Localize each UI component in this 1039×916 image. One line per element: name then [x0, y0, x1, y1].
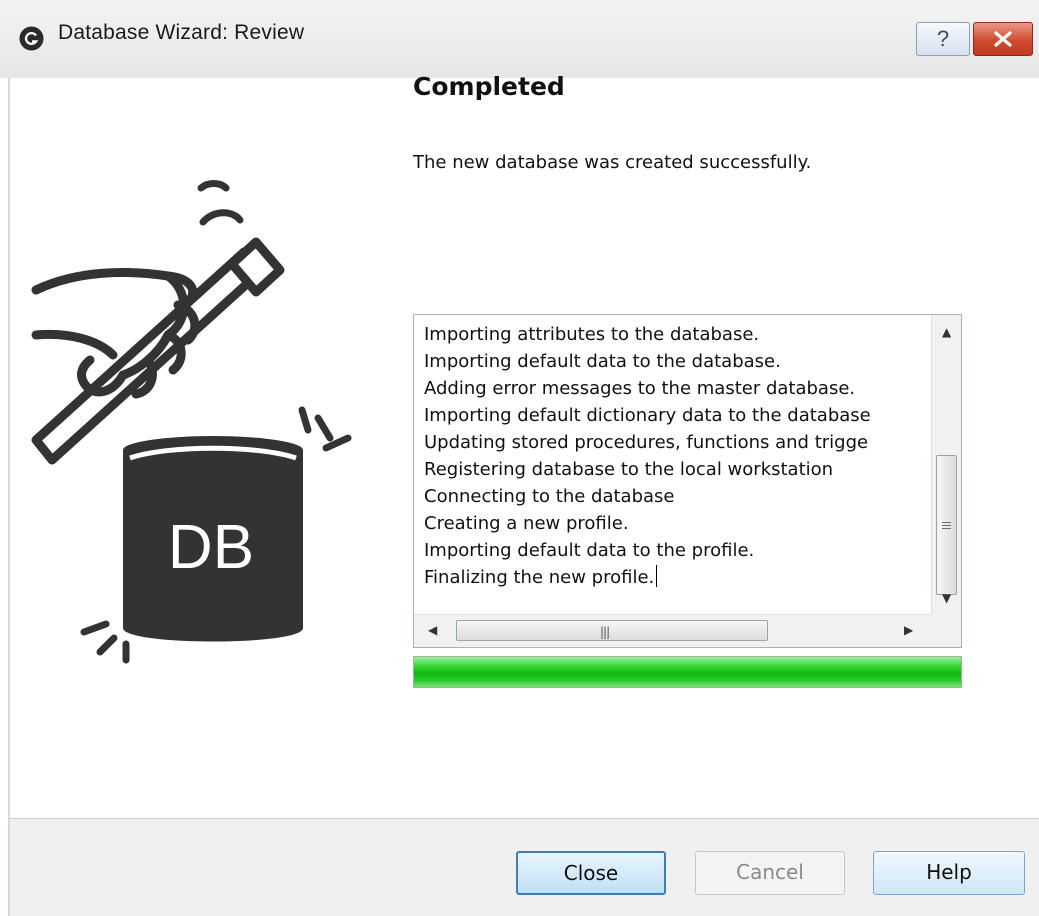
help-button[interactable]: Help [873, 851, 1025, 895]
database-hammer-illustration: DB [31, 180, 352, 664]
scroll-right-arrow-icon[interactable]: ▶ [904, 623, 913, 637]
help-question-icon: ? [936, 26, 950, 51]
log-line: Importing attributes to the database. [424, 324, 760, 345]
close-x-icon [994, 31, 1012, 47]
grip-icon: ||| [600, 625, 610, 639]
log-line-text: Finalizing the new profile. [424, 567, 655, 588]
window-title: Database Wizard: Review [58, 21, 305, 44]
impact-marks-bottom-icon [80, 620, 130, 664]
log-line: Connecting to the database [424, 486, 675, 507]
scrollbar-corner [931, 614, 961, 647]
log-line: Registering database to the local workst… [424, 459, 834, 480]
log-lines-container: Importing attributes to the database. Imp… [424, 321, 934, 591]
progress-log-textbox[interactable]: Importing attributes to the database. Imp… [413, 314, 962, 648]
log-line: Importing default data to the database. [424, 351, 781, 372]
window-left-border [8, 78, 10, 916]
titlebar-help-button[interactable]: ? [916, 22, 970, 56]
log-line: Importing default data to the profile. [424, 540, 755, 561]
text-caret [656, 565, 658, 587]
titlebar-close-button[interactable] [973, 22, 1033, 56]
horizontal-scrollbar-thumb[interactable]: ||| [456, 620, 768, 641]
page-heading: Completed [413, 72, 565, 101]
log-line: Creating a new profile. [424, 513, 629, 534]
scroll-up-arrow-icon[interactable]: ▲ [942, 325, 951, 339]
log-line: Adding error messages to the master data… [424, 378, 856, 399]
grip-icon [942, 520, 951, 531]
title-bar[interactable]: Database Wizard: Review ? [0, 0, 1039, 78]
scroll-left-arrow-icon[interactable]: ◀ [428, 623, 437, 637]
vertical-scrollbar[interactable]: ▲ ▼ [931, 315, 961, 615]
scroll-down-arrow-icon[interactable]: ▼ [942, 591, 951, 605]
impact-marks-top-icon [197, 180, 352, 452]
progress-bar-fill [414, 657, 961, 687]
log-line: Finalizing the new profile. [424, 564, 934, 591]
db-label: DB [168, 513, 254, 582]
horizontal-scrollbar[interactable]: ◀ ||| ▶ [414, 614, 933, 647]
app-logo-icon [19, 26, 44, 51]
status-message: The new database was created successfull… [413, 152, 812, 173]
cancel-button[interactable]: Cancel [695, 851, 845, 895]
database-cylinder-icon: DB [123, 436, 303, 642]
vertical-scrollbar-thumb[interactable] [936, 455, 957, 595]
progress-bar [413, 656, 962, 688]
log-line: Updating stored procedures, functions an… [424, 432, 869, 453]
log-line: Importing default dictionary data to the… [424, 405, 871, 426]
database-wizard-window: Database Wizard: Review ? Completed The … [0, 0, 1039, 916]
close-button[interactable]: Close [516, 851, 666, 895]
